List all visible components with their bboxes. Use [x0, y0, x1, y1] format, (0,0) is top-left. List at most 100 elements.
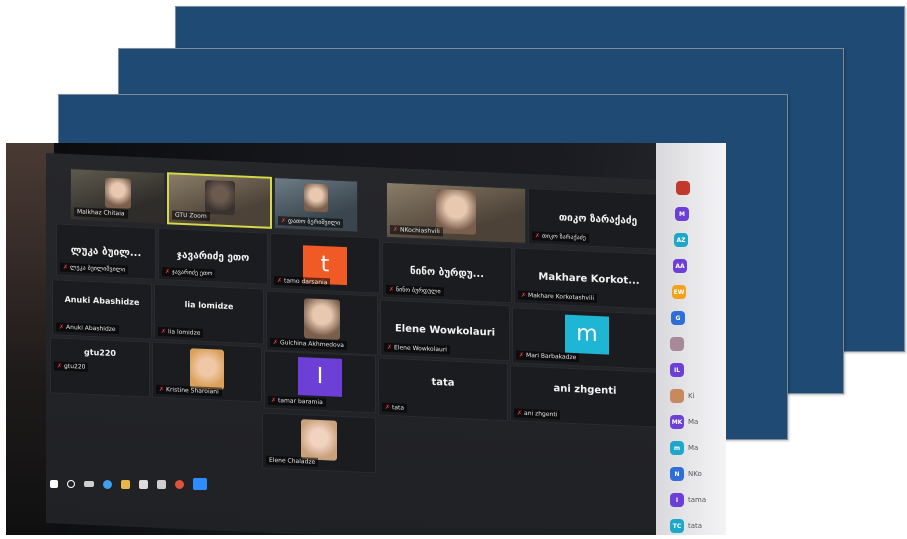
participant-display-name: თიკო ზარაქაძე — [558, 211, 638, 227]
participant-tile[interactable]: Elene Chaladze — [262, 412, 376, 474]
search-icon[interactable] — [67, 480, 75, 488]
participant-name: ✗ Mari Barbakadze — [516, 350, 580, 363]
muted-mic-icon: ✗ — [59, 323, 65, 331]
participant-display-name: ლუკა ბუილ... — [70, 245, 142, 260]
windows-taskbar — [46, 475, 270, 493]
participant-list-item[interactable]: Ki — [670, 389, 695, 403]
participant-list-item[interactable]: IL — [670, 363, 688, 377]
participant-tile[interactable]: თიკო ზარაქაძე ✗ თიკო ზარაქაძე — [528, 188, 668, 251]
participant-name: ✗ ლუკა ბუილიშვილი — [60, 262, 129, 275]
participant-tile[interactable]: ლუკა ბუილ... ✗ ლუკა ბუილიშვილი — [56, 223, 156, 280]
windows-start-icon[interactable] — [50, 480, 58, 488]
muted-mic-icon: ✗ — [385, 403, 391, 412]
participant-tile[interactable]: Elene Wowkolauri ✗ Elene Wowkolauri — [380, 299, 510, 362]
muted-mic-icon: ✗ — [517, 409, 523, 417]
participant-name: ✗ tamo darsania — [274, 275, 331, 288]
participant-list-item[interactable]: G — [671, 311, 689, 325]
participant-initials-avatar — [676, 181, 690, 195]
participant-name: ✗ ჯავარიძე ეთო — [162, 267, 216, 279]
participant-tile[interactable]: m ✗ Mari Barbakadze — [512, 307, 662, 370]
participant-tile[interactable]: ani zhgenti ✗ ani zhgenti — [510, 365, 660, 428]
muted-mic-icon: ✗ — [161, 328, 167, 336]
participants-panel: M AZ AA EW G IL Ki MK Ma m Ma N NKo Itama TC tata — [656, 143, 726, 535]
participant-name: Elene Chaladze — [266, 455, 319, 467]
participant-display-name: ani zhgenti — [553, 383, 617, 398]
muted-mic-icon: ✗ — [165, 268, 171, 276]
participant-tile[interactable]: ✗ Gulchina Akhmedova — [266, 290, 378, 356]
participant-initials-avatar: AZ — [674, 233, 688, 247]
participant-avatar: m — [565, 314, 609, 355]
zoom-app-icon[interactable] — [193, 478, 207, 490]
participant-name: GTU Zoom — [172, 210, 210, 222]
participant-tile[interactable]: t ✗ tamo darsania — [270, 232, 380, 294]
participant-tile[interactable]: gtu220 ✗ gtu220 — [50, 337, 150, 398]
participant-list-name: tama — [688, 496, 707, 504]
participant-tile[interactable]: Anuki Abashidze ✗ Anuki Abashidze — [52, 279, 152, 340]
participant-initials-avatar: AA — [673, 259, 687, 273]
participant-initials-avatar: TC — [670, 519, 684, 533]
muted-mic-icon: ✗ — [273, 338, 279, 347]
participant-list-name: Ma — [688, 418, 699, 426]
participant-tile-active-speaker[interactable]: GTU Zoom — [167, 172, 272, 229]
participant-initials-avatar: m — [670, 441, 684, 455]
muted-mic-icon: ✗ — [389, 285, 395, 294]
participant-name: ✗ თიკო ზარაქაძე — [532, 231, 589, 243]
participant-list-item[interactable]: m Ma — [670, 441, 698, 455]
participant-list-item[interactable]: MK Ma — [670, 415, 698, 429]
participant-name: ✗ ani zhgenti — [514, 408, 561, 420]
participant-list-item[interactable]: TC tata — [670, 519, 702, 533]
participant-name: ✗ დათო ბერიშვილი — [278, 216, 344, 228]
participant-name: ✗ Gulchina Akhmedova — [270, 337, 347, 351]
participant-avatar: I — [298, 357, 342, 398]
participant-list-item[interactable]: EW — [672, 285, 690, 299]
mail-icon[interactable] — [157, 479, 166, 489]
participant-name: ✗ Kristine Sharoiani — [156, 384, 222, 397]
participant-display-name: ნინო ბურდუ... — [409, 265, 485, 280]
participant-tile[interactable]: tata ✗ tata — [378, 357, 508, 422]
file-explorer-icon[interactable] — [121, 479, 130, 489]
participant-initials-avatar: M — [675, 207, 689, 221]
muted-mic-icon: ✗ — [519, 351, 525, 359]
participant-list-item[interactable]: N NKo — [670, 467, 702, 481]
muted-mic-icon: ✗ — [57, 362, 63, 370]
participant-tile[interactable]: ჯავარიძე ეთო ✗ ჯავარიძე ეთო — [158, 227, 268, 285]
chrome-icon[interactable] — [175, 479, 184, 489]
participant-initials-avatar — [670, 389, 684, 403]
participant-initials-avatar — [670, 337, 684, 351]
participant-name: ✗ NKochiashvili — [390, 225, 443, 237]
participant-tile[interactable]: Malkhaz Chitaia — [70, 168, 165, 225]
participant-name: Malkhaz Chitaia — [74, 207, 128, 219]
participant-name: ✗ Elene Wowkolauri — [384, 342, 450, 355]
participant-name: ✗ gtu220 — [54, 361, 89, 372]
participant-initials-avatar: G — [671, 311, 685, 325]
muted-mic-icon: ✗ — [159, 385, 165, 394]
participant-tile[interactable]: Makhare Korkot... ✗ Makhare Korkotashvili — [514, 247, 664, 310]
participant-tile[interactable]: ✗ Kristine Sharoiani — [152, 341, 262, 403]
edge-browser-icon[interactable] — [103, 479, 112, 489]
participant-list-item[interactable]: M — [675, 207, 693, 221]
participant-list-item[interactable]: AA — [673, 259, 691, 273]
participant-name: ✗ ნინო ბურდული — [386, 284, 444, 297]
muted-mic-icon: ✗ — [281, 217, 287, 225]
muted-mic-icon: ✗ — [387, 343, 393, 352]
participant-name: ✗ Makhare Korkotashvili — [518, 290, 597, 304]
store-icon[interactable] — [139, 479, 148, 489]
participant-list-item[interactable] — [670, 337, 688, 351]
participant-tile[interactable]: ნინო ბურდუ... ✗ ნინო ბურდული — [382, 241, 512, 304]
participant-list-item[interactable]: Itama — [670, 493, 706, 507]
participant-list-item[interactable] — [676, 181, 694, 195]
participant-tile[interactable]: ✗ NKochiashvili — [386, 181, 526, 244]
participant-initials-avatar: IL — [670, 363, 684, 377]
participant-tile[interactable]: ✗ დათო ბერიშვილი — [274, 176, 358, 233]
participant-display-name: Makhare Korkot... — [538, 271, 640, 287]
participant-tile[interactable]: I ✗ tamar baramia — [264, 350, 376, 414]
participant-name: ✗ tamar baramia — [268, 395, 326, 408]
participant-tile[interactable]: lia lomidze ✗ lia lomidze — [154, 283, 264, 345]
muted-mic-icon: ✗ — [63, 263, 69, 271]
participant-display-name: Elene Wowkolauri — [394, 322, 496, 339]
participant-display-name: lia lomidze — [184, 299, 234, 311]
participant-list-item[interactable]: AZ — [674, 233, 692, 247]
participant-display-name: ჯავარიძე ეთო — [176, 249, 250, 264]
participant-initials-avatar: MK — [670, 415, 684, 429]
task-view-icon[interactable] — [84, 481, 94, 487]
